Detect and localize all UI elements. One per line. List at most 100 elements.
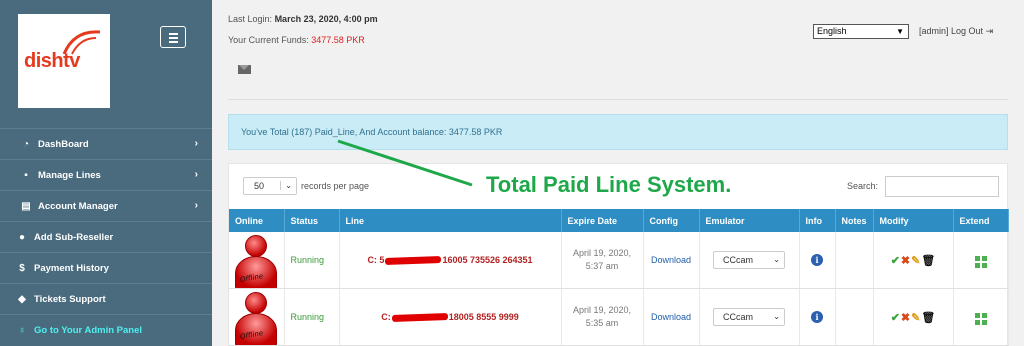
- emulator-value: CCcam: [723, 312, 754, 322]
- chevron-down-icon: ⌄: [280, 181, 292, 190]
- column-header[interactable]: Emulator: [699, 209, 800, 232]
- sidebar-item-label: Tickets Support: [34, 293, 106, 305]
- chevron-right-icon: ›: [194, 169, 198, 180]
- logo[interactable]: dishtv: [18, 14, 110, 108]
- online-cell: Offline: [229, 232, 285, 289]
- sidebar-item-tickets-support[interactable]: ◆ Tickets Support: [0, 283, 212, 314]
- expire-time: 5:35 am: [585, 318, 619, 328]
- sidebar-item-label: Manage Lines: [38, 169, 101, 181]
- logout-icon: ⇥: [985, 26, 994, 36]
- chevron-down-icon: ⌄: [773, 255, 780, 264]
- pencil-icon[interactable]: ✎: [911, 254, 920, 267]
- sidebar-item-manage-lines[interactable]: ▪ Manage Lines ›: [0, 159, 212, 190]
- redaction-mark: [385, 256, 442, 266]
- emulator-select[interactable]: CCcam ⌄: [713, 308, 785, 326]
- column-header[interactable]: Notes: [835, 209, 874, 232]
- check-icon[interactable]: ✔: [891, 311, 900, 324]
- line-suffix: 16005 735526 264351: [442, 255, 533, 265]
- config-cell: Download: [643, 288, 700, 346]
- modify-cell: ✔✖✎🗑: [873, 288, 954, 346]
- sidebar-item-label: Payment History: [34, 262, 109, 274]
- sidebar-item-dashboard[interactable]: ◔ DashBoard ›: [0, 128, 212, 159]
- trash-icon[interactable]: 🗑: [921, 254, 935, 267]
- language-select[interactable]: English ▼: [813, 24, 909, 39]
- chevron-down-icon: ⌄: [773, 312, 780, 321]
- emulator-cell: CCcam ⌄: [699, 232, 800, 289]
- hamburger-icon: [169, 33, 178, 35]
- line-cell: C: 18005 8555 9999: [339, 288, 562, 346]
- delete-x-icon[interactable]: ✖: [901, 311, 910, 324]
- sidebar-item-admin-panel[interactable]: ♁ Go to Your Admin Panel: [0, 314, 212, 345]
- dashboard-gauge-icon: ◔: [22, 138, 30, 150]
- notes-cell: [835, 288, 874, 346]
- extend-icon[interactable]: [974, 255, 987, 268]
- sidebar-item-account-manager[interactable]: ▤ Account Manager ›: [0, 190, 212, 221]
- table-row: Offline Running C: 18005 8555 9999 April …: [229, 288, 1009, 346]
- balance-alert: You've Total (187) Paid_Line, And Accoun…: [228, 114, 1008, 150]
- delete-x-icon[interactable]: ✖: [901, 254, 910, 267]
- pencil-icon[interactable]: ✎: [911, 311, 920, 324]
- online-cell: Offline: [229, 288, 285, 346]
- page-length-value: 50: [254, 181, 265, 191]
- user-icon: ●: [18, 231, 26, 243]
- chevron-right-icon: ›: [194, 138, 198, 149]
- info-cell: i: [799, 288, 836, 346]
- column-header[interactable]: Expire Date: [561, 209, 644, 232]
- info-icon[interactable]: i: [811, 311, 823, 323]
- logo-text: dishtv: [24, 50, 80, 72]
- chevron-right-icon: ›: [194, 200, 198, 211]
- menu-toggle-button[interactable]: [160, 26, 186, 48]
- logout-link[interactable]: [admin] Log Out ⇥: [919, 26, 993, 37]
- info-cell: i: [799, 232, 836, 289]
- sidebar-item-label: Add Sub-Reseller: [34, 231, 114, 243]
- page-length-select[interactable]: 50 ⌄: [243, 177, 297, 195]
- expire-cell: April 19, 2020, 5:35 am: [561, 288, 644, 346]
- sidebar-item-label: Go to Your Admin Panel: [34, 324, 143, 336]
- info-icon[interactable]: i: [811, 254, 823, 266]
- records-per-page-label: records per page: [301, 181, 370, 191]
- table-row: Offline Running C: 5 16005 735526 264351 …: [229, 232, 1009, 289]
- search-input[interactable]: [885, 176, 999, 197]
- check-icon[interactable]: ✔: [891, 254, 900, 267]
- redaction-mark: [391, 313, 448, 323]
- offline-user-icon: Offline: [231, 232, 281, 288]
- trash-icon[interactable]: 🗑: [921, 311, 935, 324]
- column-header[interactable]: Modify: [873, 209, 954, 232]
- column-header[interactable]: Line: [339, 209, 562, 232]
- funds-label: Your Current Funds:: [228, 35, 309, 45]
- table-header-row: Online Status Line Expire Date Config Em…: [229, 209, 1009, 232]
- last-login-value: March 23, 2020, 4:00 pm: [274, 14, 378, 24]
- column-header[interactable]: Info: [799, 209, 836, 232]
- ticket-icon: ◆: [18, 293, 26, 305]
- mail-icon[interactable]: [238, 65, 251, 74]
- emulator-value: CCcam: [723, 255, 754, 265]
- line-cell: C: 5 16005 735526 264351: [339, 232, 562, 289]
- sidebar-item-add-sub-reseller[interactable]: ● Add Sub-Reseller: [0, 221, 212, 252]
- line-prefix: C: 5: [367, 255, 385, 265]
- divider: [228, 99, 1008, 100]
- extend-cell: [953, 288, 1009, 346]
- sidebar-item-label: DashBoard: [38, 138, 89, 150]
- sidebar-item-payment-history[interactable]: $ Payment History: [0, 252, 212, 283]
- extend-cell: [953, 232, 1009, 289]
- line-suffix: 18005 8555 9999: [448, 312, 519, 322]
- column-header[interactable]: Extend: [953, 209, 1009, 232]
- search-label: Search:: [847, 181, 879, 191]
- extend-icon[interactable]: [974, 312, 987, 325]
- language-value: English: [817, 26, 847, 36]
- emulator-select[interactable]: CCcam ⌄: [713, 251, 785, 269]
- download-link[interactable]: Download: [651, 255, 691, 265]
- column-header[interactable]: Config: [643, 209, 700, 232]
- list-icon: ▤: [21, 200, 31, 212]
- status-cell: Running: [284, 288, 340, 346]
- column-header[interactable]: Online: [229, 209, 285, 232]
- expire-date: April 19, 2020,: [572, 248, 632, 258]
- sidebar: dishtv ◔ DashBoard › ▪ Manage Lines › ▤ …: [0, 0, 212, 346]
- config-cell: Download: [643, 232, 700, 289]
- column-header[interactable]: Status: [284, 209, 340, 232]
- last-login: Last Login: March 23, 2020, 4:00 pm: [228, 14, 378, 24]
- download-link[interactable]: Download: [651, 312, 691, 322]
- offline-user-icon: Offline: [231, 289, 281, 345]
- expire-date: April 19, 2020,: [572, 305, 632, 315]
- current-funds: Your Current Funds: 3477.58 PKR: [228, 35, 365, 45]
